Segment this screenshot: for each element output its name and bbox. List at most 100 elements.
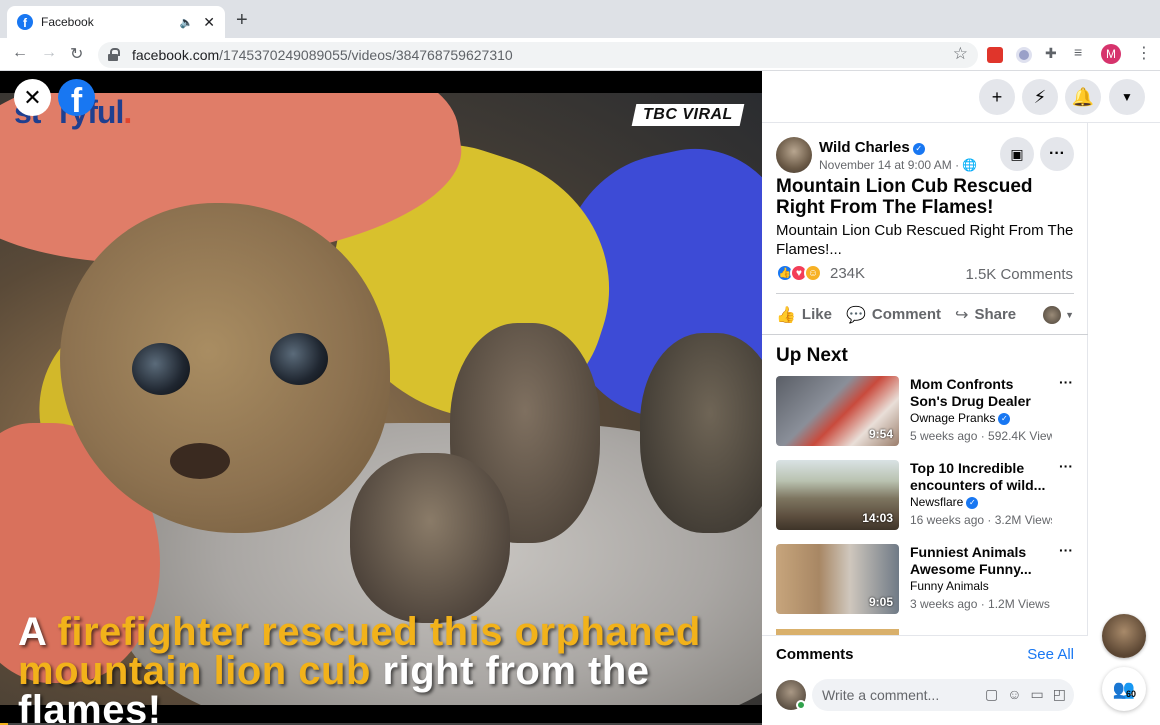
cub-paw-shape-2 bbox=[640, 333, 762, 533]
close-video-button[interactable]: ✕ bbox=[14, 79, 51, 116]
tbc-viral-watermark: TBC VIRAL bbox=[631, 104, 745, 126]
caption-text: A bbox=[18, 610, 58, 654]
video-channel[interactable]: Newsflare ✓ bbox=[910, 495, 979, 509]
post-as-selector[interactable]: ▼ bbox=[1043, 305, 1074, 324]
account-caret-down-icon[interactable]: ▼ bbox=[1109, 79, 1145, 115]
up-next-video[interactable]: 9:54 Mom Confronts Son's Drug Dealer (fr… bbox=[776, 374, 1086, 446]
video-side-panel: Wild Charles ✓ November 14 at 9:00 AM · 🌐… bbox=[762, 123, 1088, 725]
video-title[interactable]: Funniest Animals Awesome Funny... bbox=[910, 544, 1054, 578]
verified-badge-icon: ✓ bbox=[966, 497, 979, 509]
video-meta: 5 weeks ago · 592.4K Views bbox=[910, 429, 1052, 443]
chat-head-avatar[interactable] bbox=[1102, 614, 1146, 658]
sticker-icon[interactable]: ◰ bbox=[1053, 686, 1066, 703]
facebook-favicon-icon: f bbox=[17, 14, 33, 30]
divider bbox=[762, 334, 1088, 335]
extension-icon[interactable] bbox=[987, 47, 1003, 63]
extension-circle-icon[interactable] bbox=[1016, 47, 1032, 63]
speaker-icon[interactable]: 🔈 bbox=[180, 16, 194, 29]
media-queue-icon[interactable]: ≡ bbox=[1074, 44, 1090, 60]
comments-heading: Comments bbox=[776, 646, 854, 663]
cub-nose bbox=[170, 443, 230, 479]
reactions-summary[interactable]: 👍 ♥ ☺ 234K bbox=[776, 264, 865, 282]
caption-highlight-2: mountain lion cub bbox=[18, 649, 371, 693]
avatar-sticker-icon[interactable]: ▢ bbox=[985, 686, 998, 703]
post-description[interactable]: Mountain Lion Cub Rescued Right From The… bbox=[776, 221, 1076, 259]
up-next-video[interactable]: 14:03 Top 10 Incredible encounters of wi… bbox=[776, 458, 1086, 530]
mini-avatar bbox=[1043, 305, 1062, 324]
cub-eye-left bbox=[132, 343, 190, 395]
globe-icon: 🌐 bbox=[962, 158, 978, 172]
facebook-logo-icon[interactable]: f bbox=[58, 79, 95, 116]
comments-section: Comments See All Write a comment... ▢ ☺ … bbox=[762, 635, 1088, 725]
verified-badge-icon: ✓ bbox=[912, 143, 925, 155]
share-button[interactable]: ↪ Share bbox=[955, 305, 1016, 325]
tab-title: Facebook bbox=[41, 15, 94, 29]
post-title: Mountain Lion Cub Rescued Right From The… bbox=[776, 176, 1033, 218]
see-all-link[interactable]: See All bbox=[1027, 646, 1074, 663]
new-tab-button[interactable]: + bbox=[236, 10, 248, 30]
comment-placeholder: Write a comment... bbox=[822, 687, 940, 703]
video-thumbnail[interactable]: 14:03 bbox=[776, 460, 899, 530]
comment-count[interactable]: 1.5K Comments bbox=[965, 266, 1073, 283]
browser-menu-icon[interactable]: ⋮ bbox=[1136, 43, 1152, 63]
comment-tools: ▢ ☺ ▭ ◰ bbox=[985, 686, 1066, 703]
messenger-icon[interactable]: ⚡ bbox=[1022, 79, 1058, 115]
like-button[interactable]: 👍 Like bbox=[776, 305, 832, 325]
up-next-video[interactable]: 9:05 Funniest Animals Awesome Funny... ·… bbox=[776, 542, 1086, 614]
video-title[interactable]: Top 10 Incredible encounters of wild... bbox=[910, 460, 1054, 494]
video-channel[interactable]: Ownage Pranks ✓ bbox=[910, 411, 1011, 425]
video-more-icon[interactable]: ··· bbox=[1059, 458, 1073, 474]
notifications-bell-icon[interactable]: 🔔 bbox=[1065, 79, 1101, 115]
url-host: facebook.com bbox=[132, 47, 220, 63]
contacts-count: 60 bbox=[1126, 689, 1137, 699]
video-meta: 16 weeks ago · 3.2M Views bbox=[910, 513, 1052, 527]
gif-icon[interactable]: ▭ bbox=[1031, 686, 1044, 703]
author-name[interactable]: Wild Charles ✓ bbox=[819, 139, 925, 156]
video-thumbnail[interactable]: 9:54 bbox=[776, 376, 899, 446]
thumbs-up-icon: 👍 bbox=[776, 306, 796, 324]
verified-badge-icon: ✓ bbox=[998, 413, 1011, 425]
video-player[interactable]: TBC VIRAL storyful. A firefighter rescue… bbox=[0, 71, 762, 725]
comment-bubble-icon: 💬 bbox=[845, 306, 866, 324]
caret-down-icon: ▼ bbox=[1065, 309, 1074, 320]
cub-eye-right bbox=[270, 333, 328, 385]
post-timestamp[interactable]: November 14 at 9:00 AM · 🌐 bbox=[819, 158, 977, 172]
comment-label: Comment bbox=[871, 306, 942, 323]
share-arrow-icon: ↪ bbox=[955, 306, 969, 324]
forward-arrow-icon[interactable]: → bbox=[41, 44, 57, 62]
comment-button[interactable]: 💬 Comment bbox=[846, 305, 941, 325]
browser-tab[interactable]: f Facebook 🔈 ✕ bbox=[7, 6, 225, 38]
facebook-top-bar: + ⚡ 🔔 ▼ bbox=[762, 71, 1160, 123]
bookmark-star-icon[interactable]: ☆ bbox=[953, 44, 968, 64]
like-label: Like bbox=[801, 306, 832, 323]
save-video-button[interactable]: ▣ bbox=[1000, 137, 1034, 171]
comment-input[interactable]: Write a comment... ▢ ☺ ▭ ◰ bbox=[812, 679, 1074, 711]
video-duration: 14:03 bbox=[862, 511, 893, 525]
emoji-icon[interactable]: ☺ bbox=[1007, 686, 1021, 703]
video-thumbnail[interactable]: 9:05 bbox=[776, 544, 899, 614]
profile-avatar[interactable]: M bbox=[1101, 44, 1121, 64]
create-plus-icon[interactable]: + bbox=[979, 79, 1015, 115]
care-reaction-icon: ☺ bbox=[804, 264, 822, 282]
online-status-dot bbox=[796, 700, 806, 710]
video-duration: 9:54 bbox=[868, 427, 893, 441]
back-arrow-icon[interactable]: ← bbox=[12, 44, 28, 62]
address-bar[interactable]: facebook.com/1745370249089055/videos/384… bbox=[98, 42, 978, 68]
video-title[interactable]: Mom Confronts Son's Drug Dealer (freaks.… bbox=[910, 376, 1054, 410]
browser-tabstrip: f Facebook 🔈 ✕ + bbox=[0, 0, 1160, 38]
post-actions: 👍 Like 💬 Comment ↪ Share ▼ bbox=[776, 293, 1074, 335]
author-avatar[interactable] bbox=[776, 137, 812, 173]
contacts-button[interactable]: 👥 60 bbox=[1102, 667, 1146, 711]
tab-close-icon[interactable]: ✕ bbox=[203, 14, 215, 31]
up-next-heading: Up Next bbox=[776, 345, 848, 366]
caption-highlight: firefighter rescued this orphaned bbox=[57, 610, 701, 654]
url-path: /1745370249089055/videos/384768759627310 bbox=[219, 47, 513, 63]
reload-icon[interactable]: ↻ bbox=[70, 44, 83, 64]
video-channel[interactable]: Funny Animals bbox=[910, 579, 989, 593]
cub-paw-shape-3 bbox=[350, 453, 510, 623]
video-duration: 9:05 bbox=[868, 595, 893, 609]
puzzle-icon[interactable]: ✚ bbox=[1045, 45, 1061, 61]
video-more-icon[interactable]: ··· bbox=[1059, 542, 1073, 558]
more-options-button[interactable]: ··· bbox=[1040, 137, 1074, 171]
video-more-icon[interactable]: ··· bbox=[1059, 374, 1073, 390]
